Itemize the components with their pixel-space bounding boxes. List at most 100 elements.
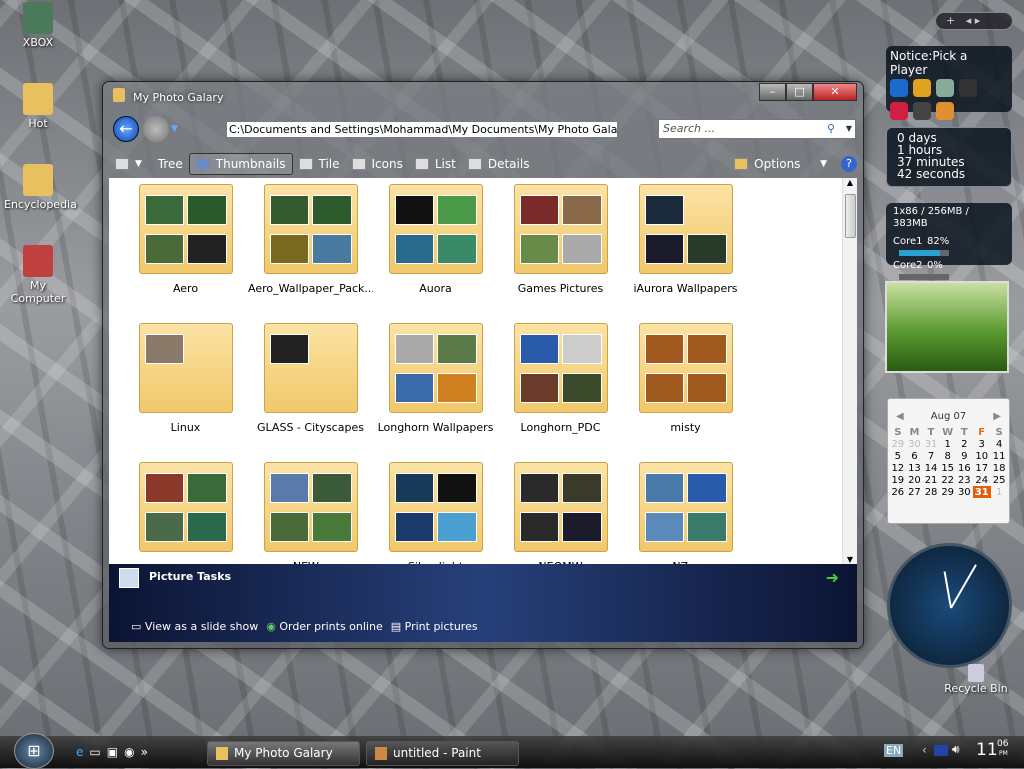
list-button[interactable]: List xyxy=(409,153,462,175)
folder-item[interactable]: Silverlight xyxy=(373,462,498,564)
prev-month-button[interactable]: ◀ xyxy=(896,411,904,422)
start-button[interactable]: ⊞ xyxy=(14,733,54,769)
minimize-button[interactable]: – xyxy=(759,83,786,101)
print-link[interactable]: ▤ Print pictures xyxy=(391,620,478,633)
sidebar-controls[interactable]: + ◂ ▸ xyxy=(935,12,1013,30)
expand-tray-icon[interactable]: ‹ xyxy=(922,743,927,757)
media-player-icon[interactable]: ◉ xyxy=(124,745,134,759)
player-app-icon[interactable] xyxy=(913,102,931,120)
folder-item[interactable]: Longhorn_PDC xyxy=(498,323,623,439)
calendar-day[interactable]: 29 xyxy=(890,438,907,450)
calendar-day[interactable]: 27 xyxy=(906,486,923,498)
calendar-day[interactable]: 31 xyxy=(972,486,991,498)
folder-item[interactable]: NEOMW xyxy=(498,462,623,564)
calendar-day[interactable]: 8 xyxy=(939,450,956,462)
back-button[interactable]: ← xyxy=(113,116,139,142)
desktop-icon-xbox[interactable]: XBOX xyxy=(4,2,72,49)
more-chevron-icon[interactable]: » xyxy=(141,745,148,759)
scrollbar-thumb[interactable] xyxy=(845,194,856,238)
folder-item[interactable]: misty xyxy=(623,323,748,439)
folder-item[interactable]: GLASS - Cityscapes xyxy=(248,323,373,439)
calendar-day[interactable]: 1 xyxy=(991,486,1008,498)
order-prints-link[interactable]: ◉ Order prints online xyxy=(266,620,383,633)
tile-button[interactable]: Tile xyxy=(293,153,346,175)
folder-item[interactable]: Longhorn Wallpapers xyxy=(373,323,498,439)
calendar-day[interactable]: 28 xyxy=(923,486,940,498)
calendar-day[interactable]: 15 xyxy=(939,462,956,474)
player-app-icon[interactable] xyxy=(959,79,977,97)
calendar-day[interactable]: 24 xyxy=(973,474,991,486)
calendar-day[interactable]: 1 xyxy=(939,438,956,450)
volume-icon[interactable]: 🔊︎ xyxy=(952,742,960,757)
search-icon[interactable]: ⚲ xyxy=(827,120,835,138)
calendar-day[interactable]: 6 xyxy=(906,450,923,462)
close-button[interactable]: ✕ xyxy=(813,83,857,101)
forward-button[interactable] xyxy=(143,116,169,142)
calendar-day[interactable]: 31 xyxy=(923,438,940,450)
desktop-icon-my-computer[interactable]: My Computer xyxy=(4,245,72,305)
taskbar-item-paint[interactable]: untitled - Paint xyxy=(366,741,519,766)
recycle-bin[interactable]: Recycle Bin xyxy=(944,664,1008,695)
desktop-icon-hot[interactable]: Hot xyxy=(4,83,72,130)
calendar-day[interactable]: 29 xyxy=(939,486,956,498)
clock[interactable]: 11 06 PM xyxy=(976,739,1008,760)
folder-item[interactable]: NEW... xyxy=(248,462,373,564)
calendar-day[interactable]: 20 xyxy=(906,474,923,486)
help-button[interactable]: ? xyxy=(841,156,857,172)
calendar-day[interactable]: 7 xyxy=(923,450,940,462)
history-dropdown-icon[interactable]: ▼ xyxy=(171,124,178,134)
slideshow-link[interactable]: ▭ View as a slide show xyxy=(131,620,258,633)
search-dropdown-icon[interactable]: ▼ xyxy=(846,120,852,138)
player-app-icon[interactable] xyxy=(913,79,931,97)
calendar-day[interactable]: 10 xyxy=(973,450,991,462)
folder-item[interactable]: NZ... xyxy=(623,462,748,564)
go-arrow-icon[interactable]: ➜ xyxy=(826,568,839,587)
calendar-day[interactable]: 16 xyxy=(956,462,973,474)
maximize-button[interactable]: □ xyxy=(786,83,813,101)
folder-item[interactable]: iAurora Wallpapers xyxy=(623,184,748,300)
calendar-day[interactable]: 12 xyxy=(890,462,907,474)
calendar-day[interactable]: 14 xyxy=(923,462,940,474)
calendar-day[interactable]: 23 xyxy=(956,474,973,486)
calendar-day[interactable]: 30 xyxy=(956,486,973,498)
folder-item[interactable]: Linux xyxy=(123,323,248,439)
desktop-icon[interactable]: ▭ xyxy=(89,745,100,759)
vertical-scrollbar[interactable]: ▲ ▼ xyxy=(842,178,857,564)
calendar-day[interactable]: 2 xyxy=(956,438,973,450)
calendar-day[interactable]: 30 xyxy=(906,438,923,450)
player-app-icon[interactable] xyxy=(936,102,954,120)
player-app-icon[interactable] xyxy=(890,102,908,120)
calendar-day[interactable]: 22 xyxy=(939,474,956,486)
options-button[interactable]: Options ▼ xyxy=(728,153,833,175)
player-app-icon[interactable] xyxy=(890,79,908,97)
desktop-icon-encyclopedia[interactable]: Encyclopedia xyxy=(4,164,77,211)
folder-item[interactable]: Aero_Wallpaper_Pack... xyxy=(248,184,373,300)
calendar-day[interactable]: 11 xyxy=(991,450,1008,462)
folder-item[interactable]: Games Pictures xyxy=(498,184,623,300)
calendar-day[interactable]: 5 xyxy=(890,450,907,462)
folder-item[interactable]: ... xyxy=(123,462,248,564)
calendar-day[interactable]: 19 xyxy=(890,474,907,486)
calendar-day[interactable]: 18 xyxy=(991,462,1008,474)
calendar-day[interactable]: 4 xyxy=(991,438,1008,450)
folder-item[interactable]: Auora xyxy=(373,184,498,300)
calendar-day[interactable]: 9 xyxy=(956,450,973,462)
calendar-day[interactable]: 3 xyxy=(973,438,991,450)
taskbar-item-photo-galary[interactable]: My Photo Galary xyxy=(207,741,360,766)
network-icon[interactable] xyxy=(934,745,948,756)
search-input[interactable]: Search ... ⚲ ▼ xyxy=(658,119,856,139)
calendar-day[interactable]: 26 xyxy=(890,486,907,498)
icons-button[interactable]: Icons xyxy=(346,153,409,175)
tree-button[interactable]: ▼ Tree xyxy=(109,153,189,175)
player-app-icon[interactable] xyxy=(936,79,954,97)
address-bar[interactable]: C:\Documents and Settings\Mohammad\My Do… xyxy=(227,122,617,137)
ie-icon[interactable]: e xyxy=(76,745,83,759)
calendar-day[interactable]: 17 xyxy=(973,462,991,474)
language-indicator[interactable]: EN xyxy=(884,744,904,757)
next-month-button[interactable]: ▶ xyxy=(993,411,1001,422)
folder-item[interactable]: Aero xyxy=(123,184,248,300)
calendar-day[interactable]: 21 xyxy=(923,474,940,486)
calendar-day[interactable]: 13 xyxy=(906,462,923,474)
calendar-day[interactable]: 25 xyxy=(991,474,1008,486)
details-button[interactable]: Details xyxy=(462,153,536,175)
